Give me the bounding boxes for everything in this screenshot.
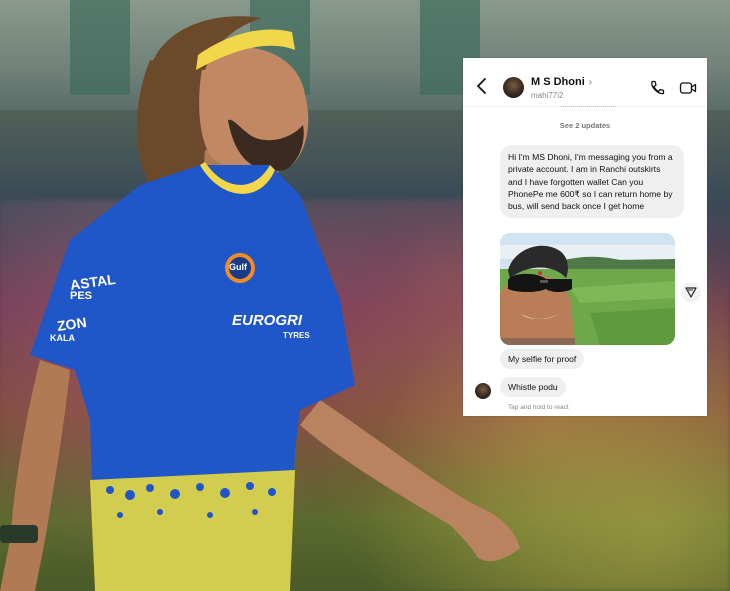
- phone-icon[interactable]: [649, 80, 665, 96]
- jersey-sleeve-subtext: PES: [70, 290, 93, 302]
- see-updates-link[interactable]: See 2 updates: [463, 121, 707, 130]
- dm-header: M S Dhoni › mahi77i2: [463, 58, 707, 107]
- selfie-photo[interactable]: [500, 233, 675, 345]
- jersey-sponsor-badge: Gulf: [229, 262, 247, 272]
- selfie-image: [500, 233, 675, 345]
- contact-name[interactable]: M S Dhoni ›: [531, 76, 592, 88]
- send-icon[interactable]: [681, 282, 701, 302]
- divider: [561, 106, 616, 110]
- avatar[interactable]: [503, 77, 524, 98]
- message-bubble[interactable]: Hi I'm MS Dhoni, I'm messaging you from …: [500, 145, 684, 219]
- contact-handle: mahi77i2: [531, 91, 564, 100]
- jersey-chest-text: EUROGRI: [232, 312, 303, 329]
- message-bubble[interactable]: My selfie for proof: [500, 349, 585, 370]
- back-arrow-icon[interactable]: [475, 77, 489, 95]
- jersey-sleeve-subtext-2: KALA: [50, 333, 75, 343]
- dm-conversation-panel: M S Dhoni › mahi77i2 See 2 updates Hi I'm…: [463, 58, 707, 416]
- message-bubble[interactable]: Whistle podu: [500, 377, 566, 398]
- avatar[interactable]: [475, 383, 491, 399]
- video-camera-icon[interactable]: [679, 80, 697, 96]
- chevron-right-icon: ›: [588, 77, 593, 88]
- reaction-hint: Tap and hold to react: [508, 404, 569, 411]
- contact-name-text: M S Dhoni: [531, 76, 585, 88]
- jersey-chest-subtext: TYRES: [283, 331, 310, 340]
